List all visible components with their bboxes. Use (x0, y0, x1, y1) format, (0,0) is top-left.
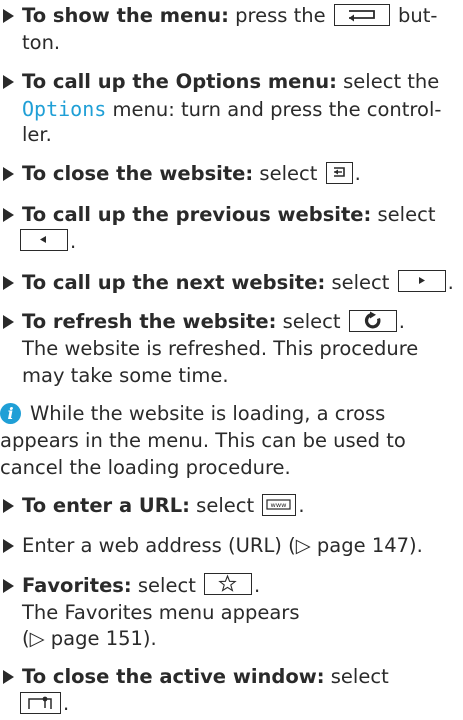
step-text: select (189, 494, 255, 518)
bullet-triangle-icon (3, 74, 14, 89)
step-result-text: may take some time. (22, 364, 229, 388)
bullet-triangle-icon (3, 208, 14, 223)
next-arrow-icon (397, 270, 446, 293)
step-title: To call up the Options menu: (22, 69, 337, 93)
bullet-triangle-icon (3, 499, 14, 514)
bullet-triangle-icon (3, 315, 14, 330)
step-text-end: but- (391, 4, 438, 27)
step-text-end: . (298, 494, 305, 518)
step-title: To close the active window: (22, 665, 325, 689)
www-icon: www (262, 493, 297, 516)
step-title: To show the menu: (22, 4, 229, 27)
bullet-triangle-icon (3, 538, 14, 553)
bullet-triangle-icon (3, 167, 14, 182)
step-text: select (131, 573, 196, 597)
step-text: select (324, 665, 389, 689)
star-icon (204, 573, 253, 596)
step-text: select (371, 203, 436, 227)
step-text-end: . (354, 162, 361, 186)
step-title: To refresh the website: (22, 310, 277, 334)
step-text: select (276, 310, 341, 334)
manual-page: To show the menu: press the but- ton. To… (0, 0, 463, 718)
info-icon: i (0, 403, 21, 425)
bullet-triangle-icon (3, 578, 14, 593)
step-text: Enter a web address (URL) (▷ page 147). (22, 533, 423, 557)
bullet-triangle-icon (3, 670, 14, 685)
step-text-end: . (70, 229, 77, 253)
step-text-end: . (447, 270, 454, 294)
step-text-continued: ton. (22, 30, 61, 54)
step-text: menu: turn and press the control- (106, 97, 442, 121)
bullet-triangle-icon (3, 9, 14, 23)
step-title: To call up the previous website: (22, 203, 372, 227)
back-arrow-icon (333, 3, 390, 26)
step-title: To call up the next website: (22, 270, 326, 294)
window-close-icon (20, 691, 61, 714)
step-text-continued: ler. (22, 123, 52, 147)
step-text-end: . (398, 310, 405, 334)
step-text-end: . (63, 692, 70, 716)
previous-arrow-icon (20, 229, 68, 252)
step-text: select (253, 162, 318, 186)
step-text: select (325, 270, 390, 294)
step-title: To enter a URL: (22, 494, 190, 518)
bullet-triangle-icon (3, 275, 14, 290)
step-text-end: . (254, 573, 261, 597)
step-title: To close the website: (22, 162, 254, 186)
step-text: select the (336, 69, 440, 93)
step-text: press the (228, 4, 326, 27)
svg-text:www: www (271, 501, 288, 509)
refresh-icon (348, 309, 397, 332)
step-result-text: (▷ page 151). (22, 627, 157, 651)
close-website-icon (325, 161, 353, 184)
step-title: Favorites: (22, 573, 132, 597)
options-menu-term: Options (22, 96, 107, 121)
note-text: cancel the loading procedure. (0, 455, 291, 479)
